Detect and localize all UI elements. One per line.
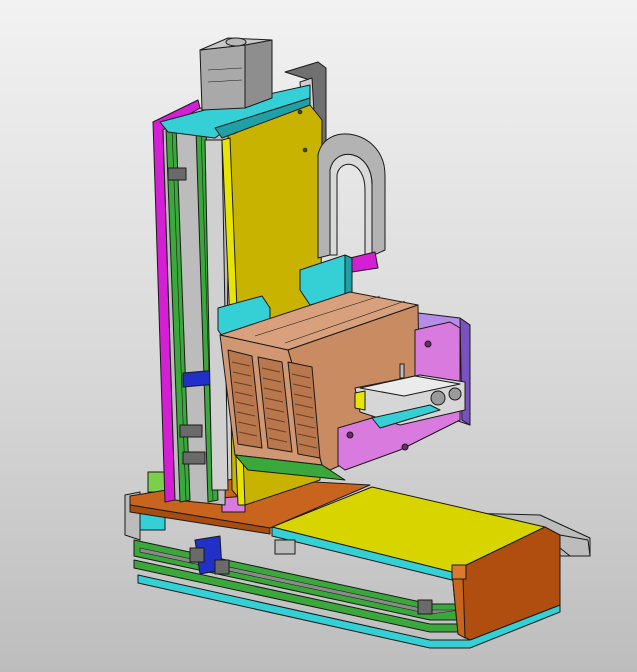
motor-side[interactable]	[244, 39, 273, 109]
rail-clamp-3[interactable]	[182, 451, 206, 465]
bottom-slider-block[interactable]	[274, 539, 296, 555]
rail-clamp-1[interactable]	[167, 167, 187, 181]
rail-clamp-2[interactable]	[179, 424, 203, 438]
carriage-corner[interactable]	[451, 564, 467, 580]
cable-loop-outer[interactable]	[317, 133, 386, 259]
cable-loop-icon[interactable]	[317, 133, 386, 273]
head-top-mount-side[interactable]	[344, 254, 353, 299]
motor-front[interactable]	[199, 44, 246, 111]
bottom-clamp-2[interactable]	[214, 559, 230, 575]
assembly-model[interactable]	[0, 0, 637, 672]
cable-loop-inner[interactable]	[329, 153, 373, 259]
gripper-yellow-jaw[interactable]	[354, 390, 366, 411]
cable-loop-clip[interactable]	[349, 251, 379, 273]
stepper-motor-icon[interactable]	[199, 37, 273, 111]
bottom-clamp-1[interactable]	[189, 547, 205, 563]
cad-viewport[interactable]	[0, 0, 637, 672]
z-column[interactable]	[152, 99, 231, 506]
bottom-clamp-3[interactable]	[417, 599, 433, 615]
